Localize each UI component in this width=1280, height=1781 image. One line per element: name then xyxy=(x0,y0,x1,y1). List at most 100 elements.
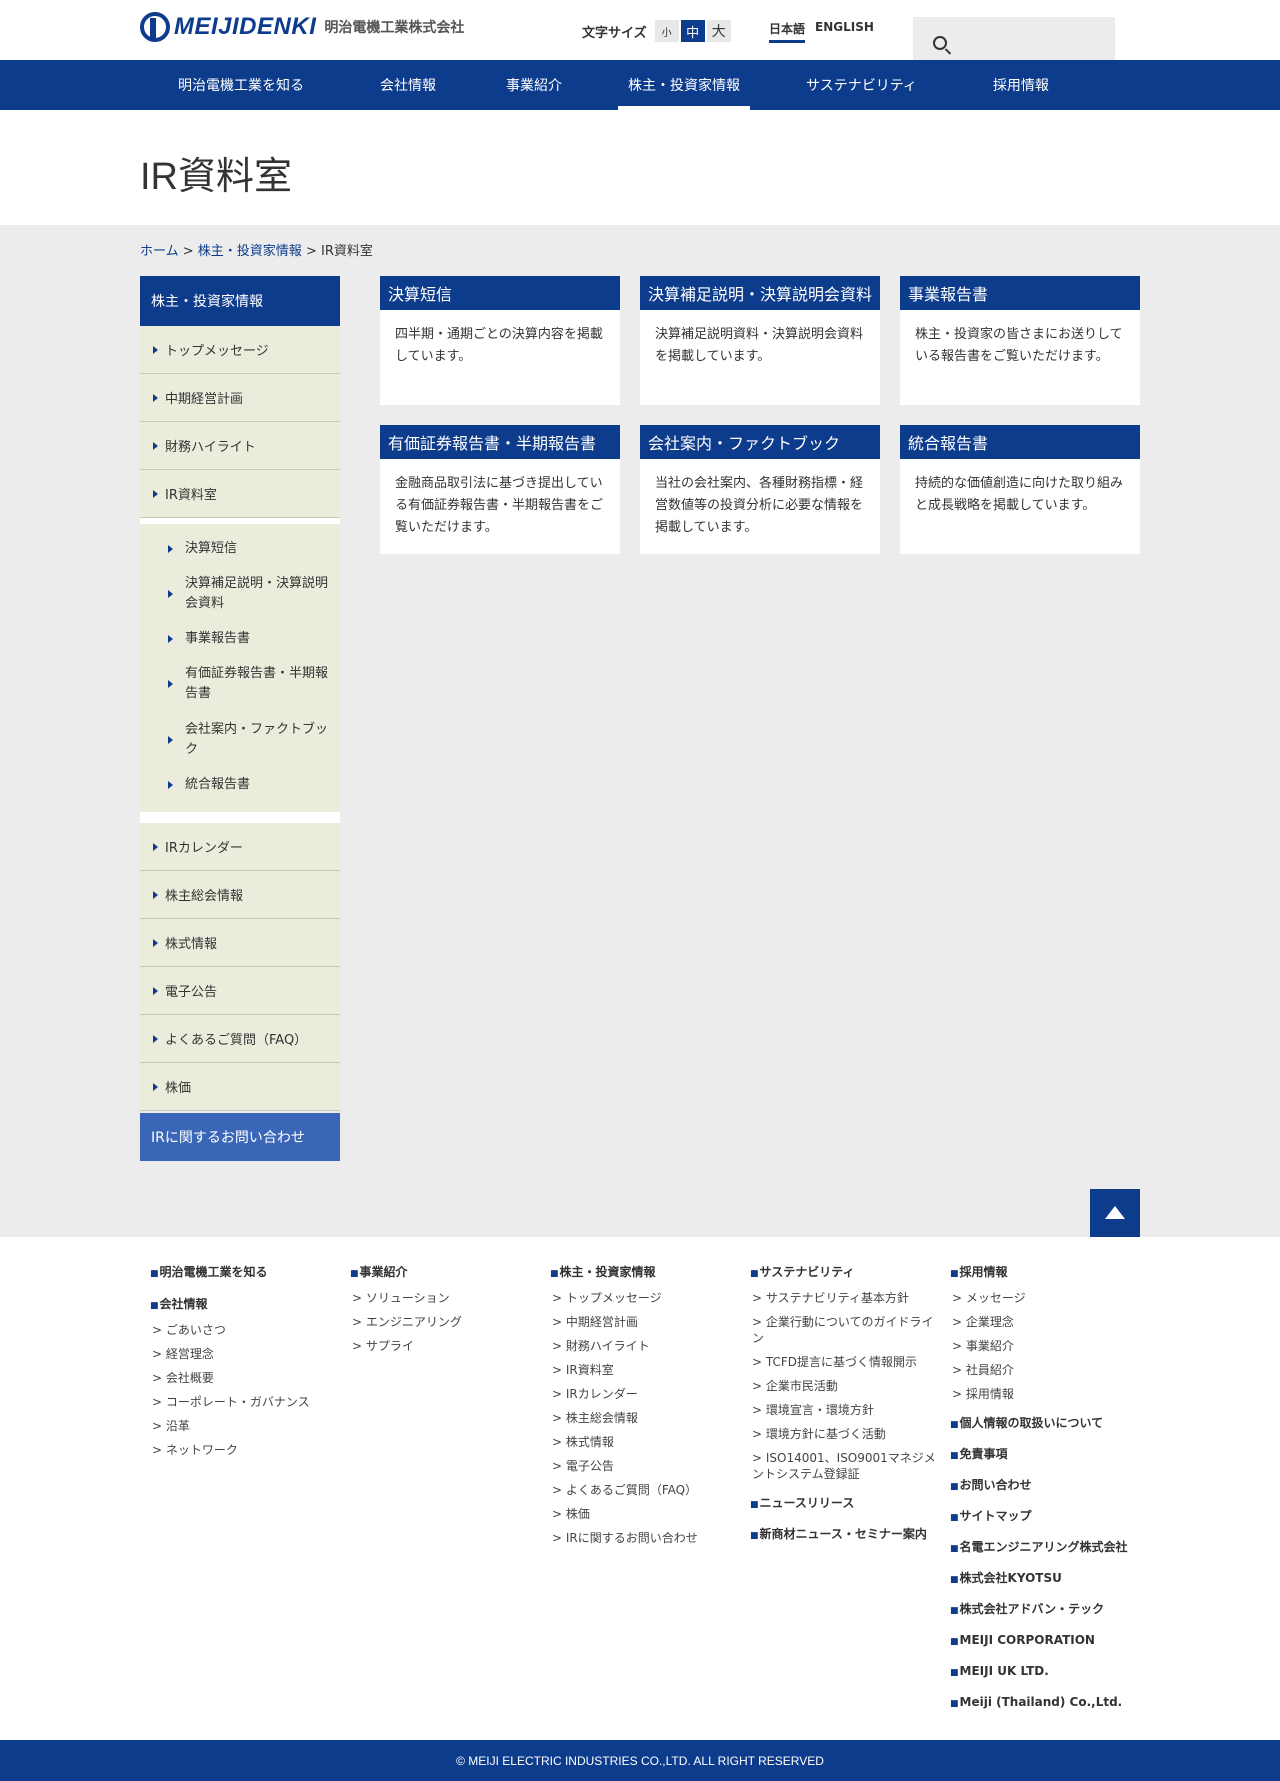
card-briefing[interactable]: 決算補足説明・決算説明会資料 決算補足説明資料・決算説明会資料を掲載しています。 xyxy=(640,276,880,405)
card-integrated-report[interactable]: 統合報告書 持続的な価値創造に向けた取り組みと成長戦略を掲載しています。 xyxy=(900,425,1140,554)
card-securities-report[interactable]: 有価証券報告書・半期報告書 金融商品取引法に基づき提出している有価証券報告書・半… xyxy=(380,425,620,554)
footer-head-sitemap[interactable]: サイトマップ xyxy=(950,1508,1140,1526)
footer-link[interactable]: 中期経営計画 xyxy=(550,1314,746,1330)
sidebar-item-stock-info[interactable]: 株式情報 xyxy=(140,919,340,967)
footer-link[interactable]: IRカレンダー xyxy=(550,1386,746,1402)
footer-head-group-meiji-thailand[interactable]: Meiji (Thailand) Co.,Ltd. xyxy=(950,1694,1140,1712)
gnav-recruit[interactable]: 採用情報 xyxy=(993,60,1049,110)
footer-head-group-meiji-uk[interactable]: MEIJI UK LTD. xyxy=(950,1663,1140,1681)
footer-link[interactable]: 株価 xyxy=(550,1506,746,1522)
footer-link[interactable]: 事業紹介 xyxy=(950,1338,1140,1354)
footer-link[interactable]: サステナビリティ基本方針 xyxy=(750,1290,940,1306)
gnav-about[interactable]: 明治電機工業を知る xyxy=(140,60,328,110)
footer-head-news[interactable]: ニュースリリース xyxy=(750,1495,940,1513)
search-icon[interactable] xyxy=(933,36,947,50)
card-tanshin[interactable]: 決算短信 四半期・通期ごとの決算内容を掲載しています。 xyxy=(380,276,620,405)
lang-english-link[interactable]: ENGLISH xyxy=(815,20,874,43)
card-business-report[interactable]: 事業報告書 株主・投資家の皆さまにお送りしている報告書をご覧いただけます。 xyxy=(900,276,1140,405)
gnav-company[interactable]: 会社情報 xyxy=(380,60,460,110)
sidebar-item-faq[interactable]: よくあるご質問（FAQ） xyxy=(140,1015,340,1063)
footer-link[interactable]: 企業行動についてのガイドライン xyxy=(750,1314,940,1346)
sidebar-header[interactable]: 株主・投資家情報 xyxy=(140,276,340,326)
card-title: 統合報告書 xyxy=(900,425,1140,459)
sidebar-subitem-securities-report[interactable]: 有価証券報告書・半期報告書 xyxy=(140,656,340,712)
footer-head-about[interactable]: 明治電機工業を知る xyxy=(150,1264,346,1282)
sidebar-item-stock-price[interactable]: 株価 xyxy=(140,1063,340,1111)
sidebar-item-shareholders-meeting[interactable]: 株主総会情報 xyxy=(140,871,340,919)
footer-link[interactable]: サプライ xyxy=(350,1338,546,1354)
breadcrumb-investors-link[interactable]: 株主・投資家情報 xyxy=(198,244,302,259)
font-size-label: 文字サイズ xyxy=(582,25,647,41)
footer-link[interactable]: ネットワーク xyxy=(150,1442,346,1458)
card-description: 金融商品取引法に基づき提出している有価証券報告書・半期報告書をご覧いただけます。 xyxy=(395,476,604,535)
footer-head-privacy[interactable]: 個人情報の取扱いについて xyxy=(950,1415,1140,1433)
sidebar-item-ir-library[interactable]: IR資料室 xyxy=(140,470,340,518)
footer-link[interactable]: 経営理念 xyxy=(150,1346,346,1362)
footer-link[interactable]: コーポレート・ガバナンス xyxy=(150,1394,346,1410)
sidebar-subitem-briefing[interactable]: 決算補足説明・決算説明会資料 xyxy=(140,566,340,622)
footer-head-group-meiji-corp[interactable]: MEIJI CORPORATION xyxy=(950,1632,1140,1650)
sidebar-item-mid-term-plan[interactable]: 中期経営計画 xyxy=(140,374,340,422)
footer-link[interactable]: 電子公告 xyxy=(550,1458,746,1474)
sidebar-subitem-integrated-report[interactable]: 統合報告書 xyxy=(140,768,340,802)
footer-link[interactable]: ソリューション xyxy=(350,1290,546,1306)
sidebar-subitem-tanshin[interactable]: 決算短信 xyxy=(140,532,340,566)
gnav-business[interactable]: 事業紹介 xyxy=(506,60,562,110)
footer-link[interactable]: メッセージ xyxy=(950,1290,1140,1306)
footer-link[interactable]: ごあいさつ xyxy=(150,1322,346,1338)
footer-head-contact[interactable]: お問い合わせ xyxy=(950,1477,1140,1495)
footer-head-group-advantech[interactable]: 株式会社アドバン・テック xyxy=(950,1601,1140,1619)
page-top-button[interactable] xyxy=(1090,1189,1140,1238)
footer-head-group-kyotsu[interactable]: 株式会社KYOTSU xyxy=(950,1570,1140,1588)
footer-link[interactable]: 沿革 xyxy=(150,1418,346,1434)
footer-head-disclaimer[interactable]: 免責事項 xyxy=(950,1446,1140,1464)
logo-mark-icon xyxy=(140,12,170,42)
footer-link[interactable]: 採用情報 xyxy=(950,1386,1140,1402)
footer-link[interactable]: TCFD提言に基づく情報開示 xyxy=(750,1354,940,1370)
gnav-sustainability[interactable]: サステナビリティ xyxy=(806,60,917,110)
footer-head-sustainability[interactable]: サステナビリティ xyxy=(750,1264,940,1282)
footer-head-company[interactable]: 会社情報 xyxy=(150,1296,346,1314)
sidebar-item-e-notice[interactable]: 電子公告 xyxy=(140,967,340,1015)
footer-link[interactable]: ISO14001、ISO9001マネジメントシステム登録証 xyxy=(750,1450,940,1482)
sidebar-subitem-business-report[interactable]: 事業報告書 xyxy=(140,622,340,656)
sidebar-item-label: よくあるご質問（FAQ） xyxy=(165,1033,308,1048)
sidebar-item-label: 電子公告 xyxy=(165,985,218,1000)
site-logo[interactable]: MEIJIDENKI 明治電機工業株式会社 xyxy=(140,12,464,42)
breadcrumb-home-link[interactable]: ホーム xyxy=(140,244,179,259)
footer-head-investors[interactable]: 株主・投資家情報 xyxy=(550,1264,746,1282)
footer-link[interactable]: IRに関するお問い合わせ xyxy=(550,1530,746,1546)
arrow-right-icon xyxy=(168,545,173,553)
font-size-medium-button[interactable]: 中 xyxy=(680,20,705,42)
footer-link[interactable]: よくあるご質問（FAQ） xyxy=(550,1482,746,1498)
footer-link[interactable]: エンジニアリング xyxy=(350,1314,546,1330)
footer-link[interactable]: 社員紹介 xyxy=(950,1362,1140,1378)
sidebar-item-top-message[interactable]: トップメッセージ xyxy=(140,326,340,374)
copyright: © MEIJI ELECTRIC INDUSTRIES CO.,LTD. ALL… xyxy=(0,1740,1280,1781)
footer-link[interactable]: IR資料室 xyxy=(550,1362,746,1378)
footer-link[interactable]: 企業市民活動 xyxy=(750,1378,940,1394)
footer-head-business[interactable]: 事業紹介 xyxy=(350,1264,546,1282)
card-factbook[interactable]: 会社案内・ファクトブック 当社の会社案内、各種財務指標・経営数値等の投資分析に必… xyxy=(640,425,880,554)
sidebar-item-ir-calendar[interactable]: IRカレンダー xyxy=(140,823,340,871)
footer-link[interactable]: トップメッセージ xyxy=(550,1290,746,1306)
footer-link[interactable]: 株式情報 xyxy=(550,1434,746,1450)
footer-head-seminar[interactable]: 新商材ニュース・セミナー案内 xyxy=(750,1526,940,1544)
lang-japanese-link[interactable]: 日本語 xyxy=(769,20,806,43)
sidebar-subitem-factbook[interactable]: 会社案内・ファクトブック xyxy=(140,712,340,768)
font-size-small-button[interactable]: 小 xyxy=(654,20,679,42)
font-size-large-button[interactable]: 大 xyxy=(706,20,731,42)
footer-link[interactable]: 企業理念 xyxy=(950,1314,1140,1330)
gnav-investors[interactable]: 株主・投資家情報 xyxy=(618,60,750,110)
footer-col-sustainability: サステナビリティ サステナビリティ基本方針 企業行動についてのガイドライン TC… xyxy=(750,1264,940,1557)
footer-head-recruit[interactable]: 採用情報 xyxy=(950,1264,1140,1282)
footer-head-group-meiden-eng[interactable]: 名電エンジニアリング株式会社 xyxy=(950,1539,1140,1557)
footer-link[interactable]: 環境宣言・環境方針 xyxy=(750,1402,940,1418)
footer-link[interactable]: 環境方針に基づく活動 xyxy=(750,1426,940,1442)
footer-link[interactable]: 会社概要 xyxy=(150,1370,346,1386)
footer-link[interactable]: 株主総会情報 xyxy=(550,1410,746,1426)
ir-contact-button[interactable]: IRに関するお問い合わせ xyxy=(140,1113,340,1161)
search-input[interactable] xyxy=(913,17,1115,60)
sidebar-item-financial-highlights[interactable]: 財務ハイライト xyxy=(140,422,340,470)
footer-link[interactable]: 財務ハイライト xyxy=(550,1338,746,1354)
